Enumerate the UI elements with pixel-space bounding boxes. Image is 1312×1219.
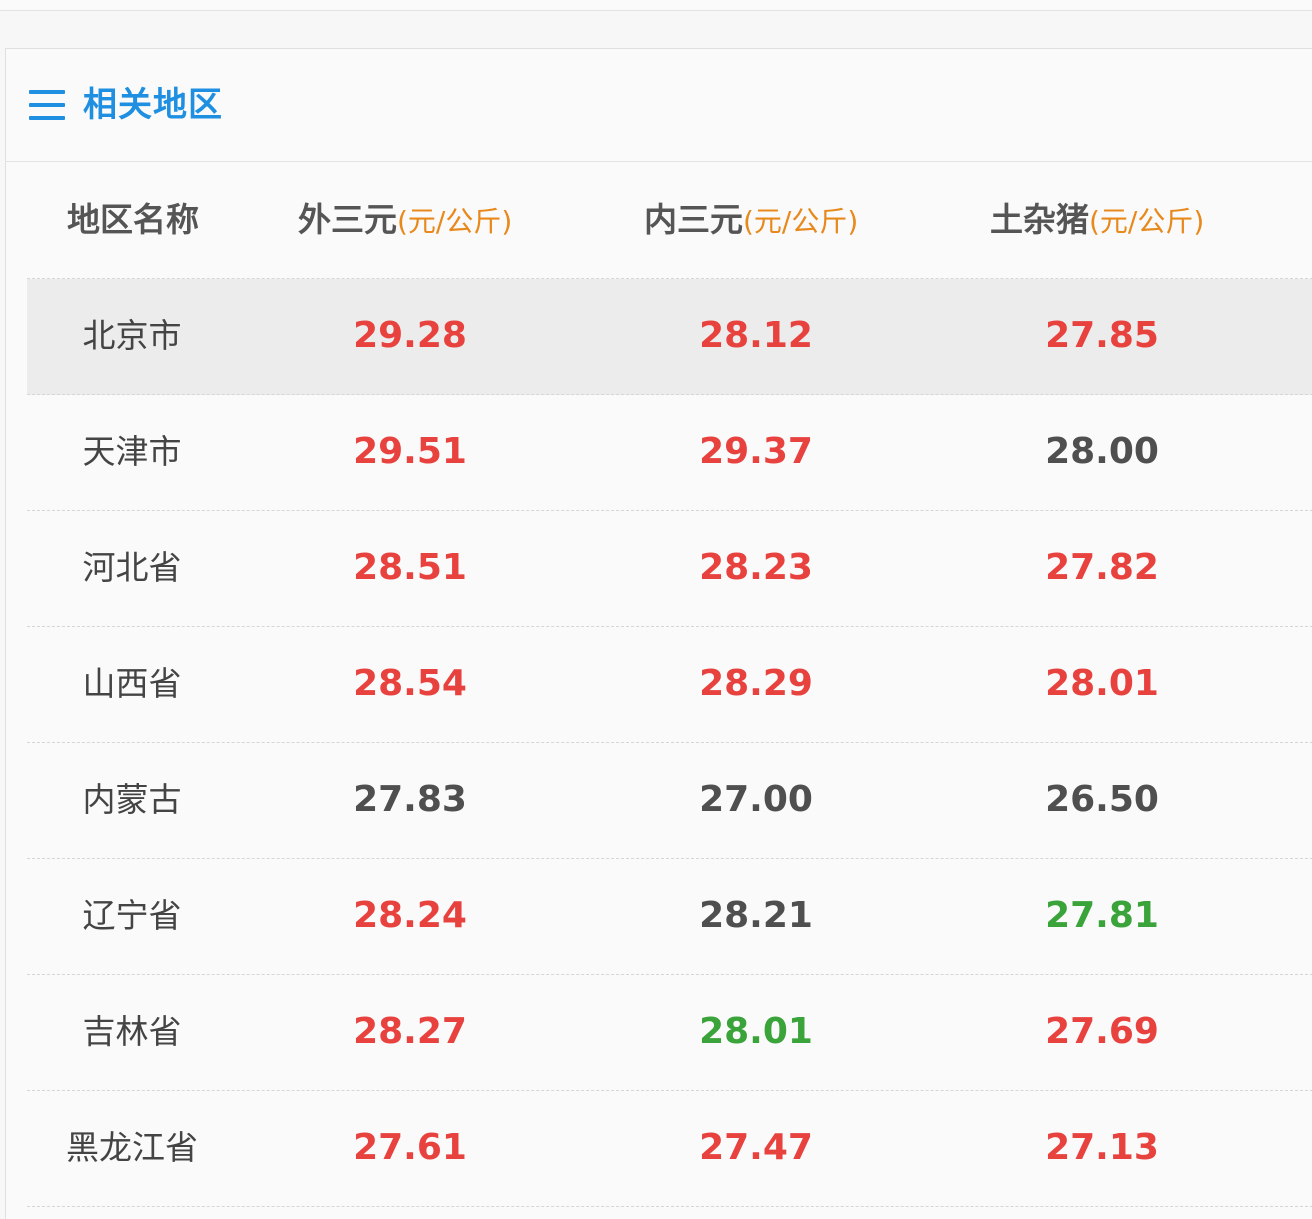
price-value: 27.00 <box>699 779 813 820</box>
header-region: 地区名称 <box>67 200 199 239</box>
table-row[interactable]: 黑龙江省 27.61 27.47 27.13 <box>27 1091 1312 1207</box>
price-value: 27.83 <box>353 779 467 820</box>
price-value: 28.51 <box>353 547 467 588</box>
price-value: 29.37 <box>699 431 813 472</box>
price-value: 26.50 <box>1045 779 1159 820</box>
region-name: 辽宁省 <box>82 896 182 935</box>
region-name: 山西省 <box>82 664 182 703</box>
header-unit: (元/公斤) <box>1089 205 1205 238</box>
table-row[interactable]: 天津市 29.51 29.37 28.00 <box>27 395 1312 511</box>
price-value: 28.24 <box>353 895 467 936</box>
related-regions-panel: 相关地区 地区名称 外三元(元/公斤) 内三元(元/公斤) 土杂猪(元/公斤) … <box>5 48 1312 1219</box>
table-row[interactable]: 北京市 29.28 28.12 27.85 <box>27 279 1312 395</box>
price-value: 29.51 <box>353 431 467 472</box>
table-row[interactable]: 辽宁省 28.24 28.21 27.81 <box>27 859 1312 975</box>
table-row[interactable]: 山西省 28.54 28.29 28.01 <box>27 627 1312 743</box>
header-inner-ternary: 内三元(元/公斤) <box>644 200 859 239</box>
price-value: 27.47 <box>699 1127 813 1168</box>
table-body: 北京市 29.28 28.12 27.85 天津市 29.51 29.37 28.00 河北省 2… <box>27 279 1312 1207</box>
menu-icon <box>29 90 65 120</box>
table-row[interactable]: 吉林省 28.27 28.01 27.69 <box>27 975 1312 1091</box>
header-unit: (元/公斤) <box>397 205 513 238</box>
price-value: 27.82 <box>1045 547 1159 588</box>
table-row[interactable]: 河北省 28.51 28.23 27.82 <box>27 511 1312 627</box>
price-table: 地区名称 外三元(元/公斤) 内三元(元/公斤) 土杂猪(元/公斤) 北京市 29… <box>27 161 1312 1207</box>
price-value: 27.85 <box>1045 315 1159 356</box>
price-value: 28.00 <box>1045 431 1159 472</box>
price-value: 27.13 <box>1045 1127 1159 1168</box>
price-value: 28.23 <box>699 547 813 588</box>
price-value: 28.29 <box>699 663 813 704</box>
price-value: 29.28 <box>353 315 467 356</box>
top-strip <box>0 0 1312 11</box>
header-local-pig: 土杂猪(元/公斤) <box>990 200 1205 239</box>
region-name: 吉林省 <box>82 1012 182 1051</box>
table-header: 地区名称 外三元(元/公斤) 内三元(元/公斤) 土杂猪(元/公斤) <box>27 161 1312 279</box>
price-value: 27.81 <box>1045 895 1159 936</box>
region-name: 内蒙古 <box>82 780 182 819</box>
header-outer-ternary: 外三元(元/公斤) <box>298 200 513 239</box>
price-value: 28.01 <box>699 1011 813 1052</box>
price-value: 28.27 <box>353 1011 467 1052</box>
region-name: 北京市 <box>82 316 182 355</box>
price-value: 28.54 <box>353 663 467 704</box>
price-value: 27.61 <box>353 1127 467 1168</box>
region-name: 黑龙江省 <box>66 1128 198 1167</box>
panel-header: 相关地区 <box>6 49 1312 162</box>
price-value: 28.12 <box>699 315 813 356</box>
price-value: 27.69 <box>1045 1011 1159 1052</box>
panel-title: 相关地区 <box>83 85 223 125</box>
table-row[interactable]: 内蒙古 27.83 27.00 26.50 <box>27 743 1312 859</box>
region-name: 天津市 <box>82 432 182 471</box>
price-value: 28.21 <box>699 895 813 936</box>
price-value: 28.01 <box>1045 663 1159 704</box>
region-name: 河北省 <box>82 548 182 587</box>
header-unit: (元/公斤) <box>743 205 859 238</box>
